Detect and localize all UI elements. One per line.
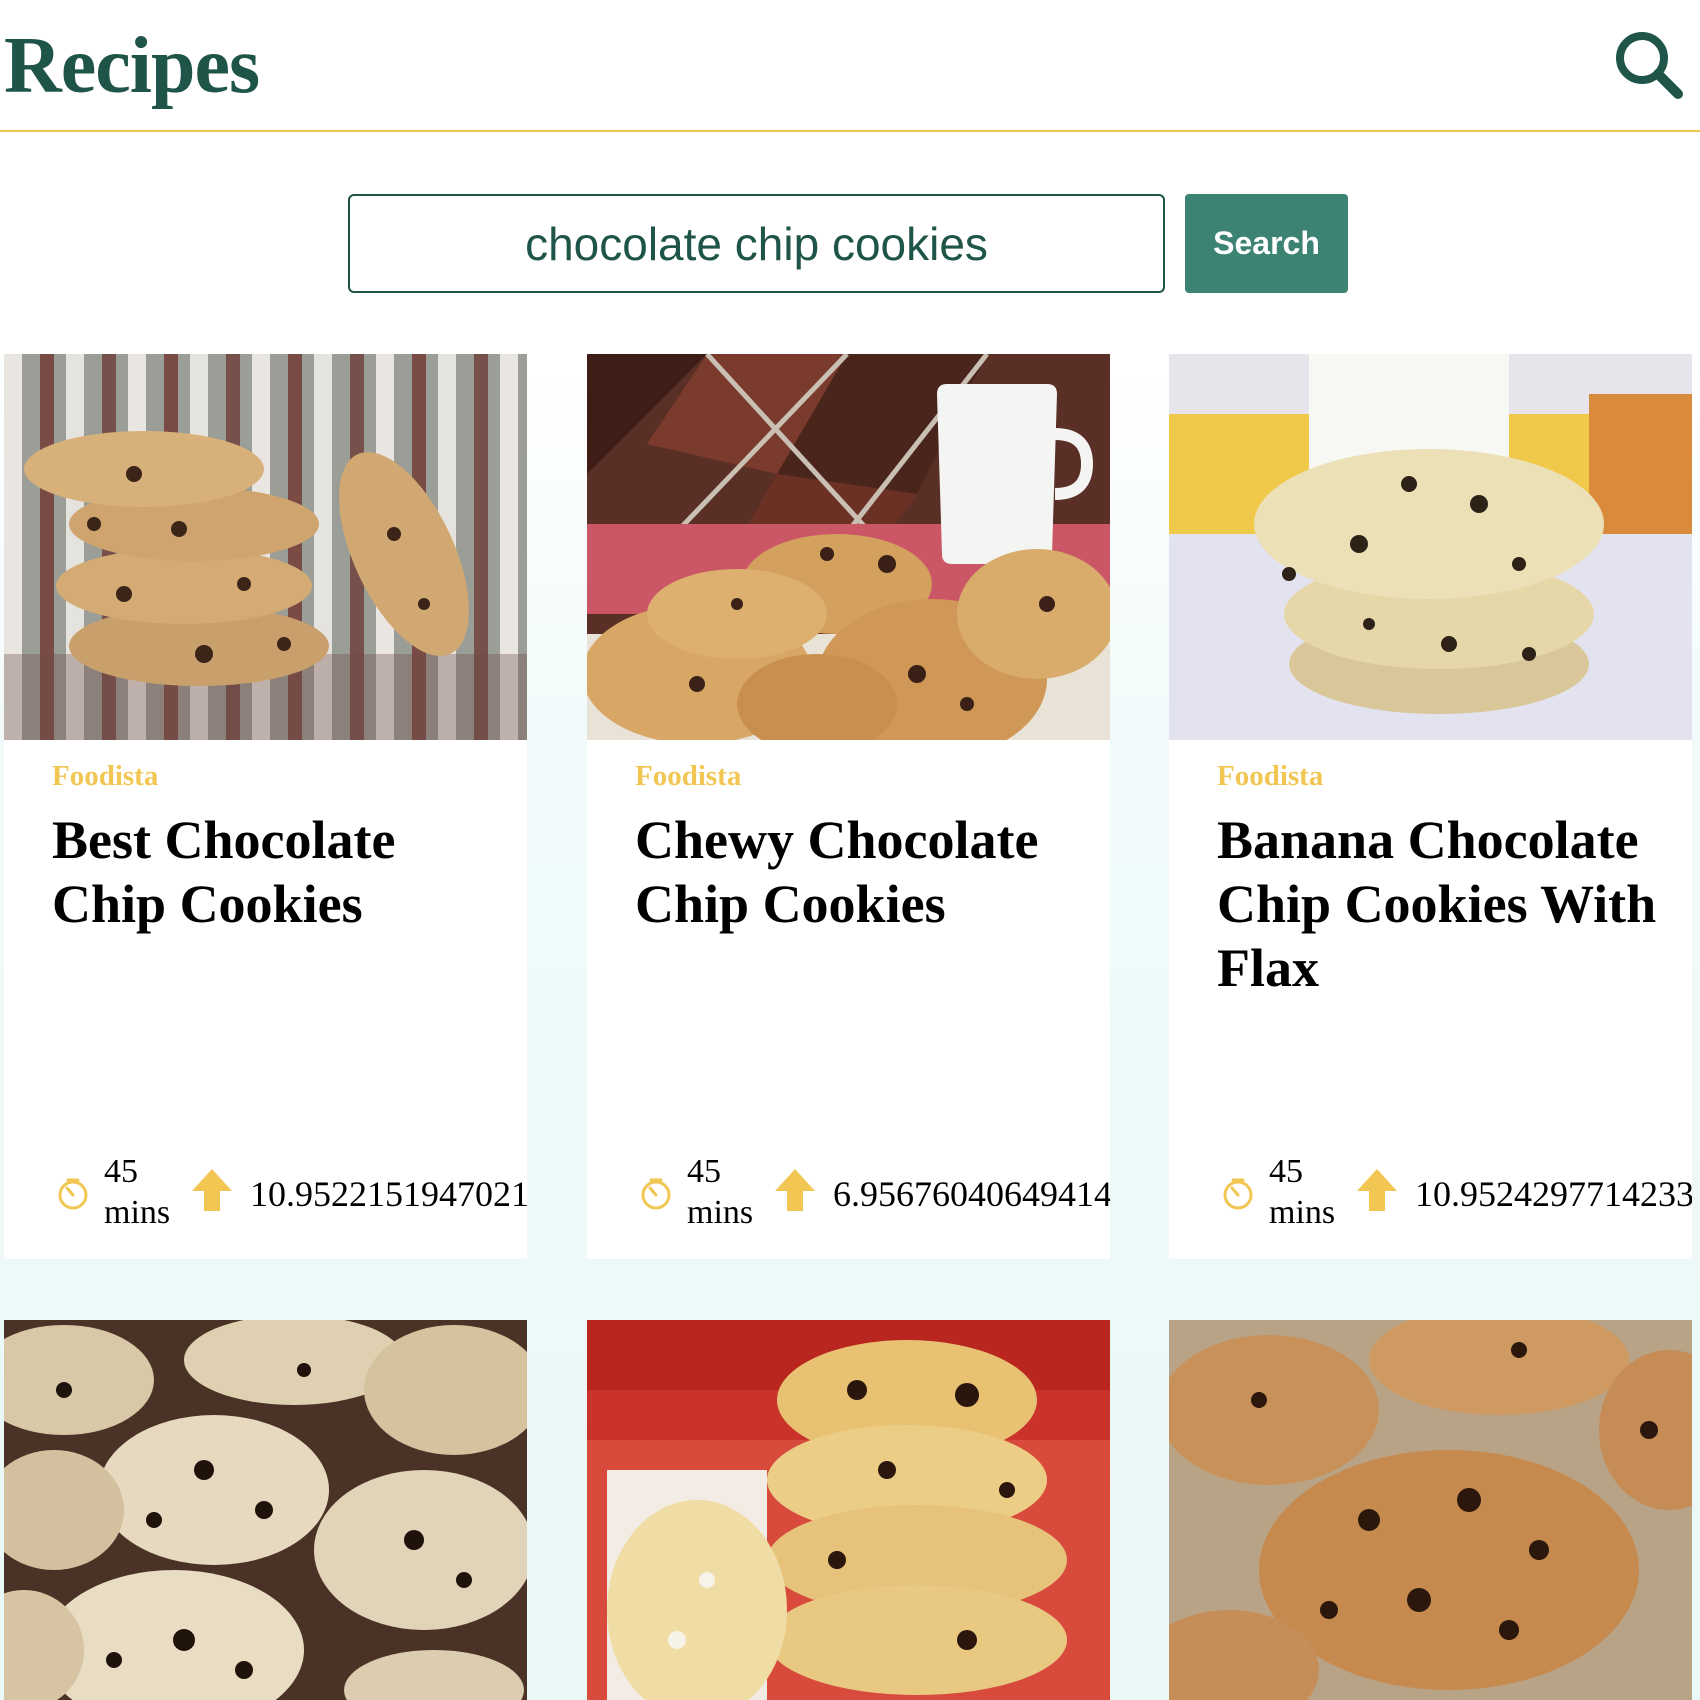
timer-icon [58,1178,88,1210]
cook-time: 45 mins [104,1151,184,1233]
recipe-score: 10.952215194702148 [250,1174,527,1214]
search-button[interactable]: Search [1185,194,1348,293]
recipe-meta: 45 mins 10.952215194702148 [56,1147,527,1237]
recipe-card[interactable] [587,1320,1110,1700]
recipe-source: Foodista [52,760,159,792]
recipe-source: Foodista [635,760,742,792]
recipe-card[interactable]: Foodista Banana Chocolate Chip Cookies W… [1169,354,1692,1259]
recipe-image[interactable] [587,354,1110,740]
recipe-title[interactable]: Best Chocolate Chip Cookies [52,808,502,936]
recipe-source: Foodista [1217,760,1324,792]
cook-time: 45 mins [1269,1151,1349,1233]
recipe-results-grid: Foodista Best Chocolate Chip Cookies 45 … [0,354,1700,1700]
recipe-image[interactable] [587,1320,1110,1700]
recipe-title[interactable]: Chewy Chocolate Chip Cookies [635,808,1085,936]
recipe-image[interactable] [1169,354,1692,740]
search-input[interactable] [348,194,1165,293]
cook-time-unit: mins [1269,1194,1336,1231]
search-bar: Search [0,132,1700,354]
app-logo-title[interactable]: Recipes [4,18,260,114]
cook-time-number: 45 [1269,1153,1303,1190]
cook-time-number: 45 [104,1153,138,1190]
cook-time-number: 45 [687,1153,721,1190]
app-header: Recipes [0,0,1700,132]
search-icon[interactable] [1612,28,1688,104]
recipe-score: 10.95242977142334 [1415,1174,1692,1214]
recipe-meta: 45 mins 6.956760406494141 [639,1147,1110,1237]
arrow-up-icon [1357,1169,1397,1211]
recipe-card[interactable] [1169,1320,1692,1700]
timer-icon [1223,1178,1253,1210]
recipe-card[interactable]: Foodista Chewy Chocolate Chip Cookies 45… [587,354,1110,1259]
recipe-meta: 45 mins 10.95242977142334 [1221,1147,1692,1237]
cook-time: 45 mins [687,1151,767,1233]
recipe-image[interactable] [4,354,527,740]
recipe-card[interactable]: Foodista Best Chocolate Chip Cookies 45 … [4,354,527,1259]
cook-time-unit: mins [687,1194,754,1231]
recipe-card[interactable] [4,1320,527,1700]
arrow-up-icon [192,1169,232,1211]
recipe-image[interactable] [4,1320,527,1700]
arrow-up-icon [775,1169,815,1211]
cook-time-unit: mins [104,1194,171,1231]
timer-icon [641,1178,671,1210]
recipe-score: 6.956760406494141 [833,1174,1110,1214]
recipe-image[interactable] [1169,1320,1692,1700]
recipe-title[interactable]: Banana Chocolate Chip Cookies With Flax [1217,808,1667,1000]
